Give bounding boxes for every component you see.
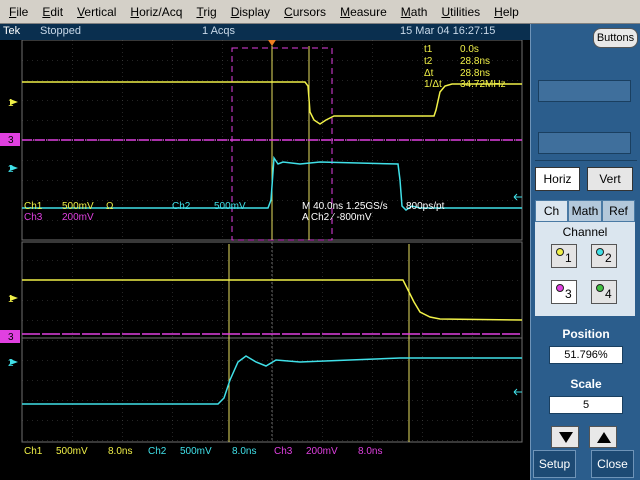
svg-text:2: 2 <box>8 164 14 175</box>
menu-edit[interactable]: Edit <box>37 0 72 24</box>
svg-text:Ch2: Ch2 <box>148 446 167 457</box>
svg-text:200mV: 200mV <box>62 212 94 223</box>
scope-display[interactable]: 1 3 2 1 3 2 t1 0.0s t2 28.8ns Δt 28.8ns … <box>0 40 530 480</box>
svg-text:28.8ns: 28.8ns <box>460 56 490 67</box>
menu-horiz-acq[interactable]: Horiz/Acq <box>125 0 191 24</box>
tab-vert[interactable]: Vert <box>587 167 633 191</box>
channel-selector: Channel 1 2 3 4 <box>535 222 635 316</box>
svg-text:500mV: 500mV <box>62 201 94 212</box>
scale-value-field[interactable]: 5 <box>549 396 623 414</box>
svg-text:8.0ns: 8.0ns <box>358 446 382 457</box>
tab-horiz[interactable]: Horiz <box>535 167 580 191</box>
svg-text:Ch3: Ch3 <box>274 446 293 457</box>
scale-down-button[interactable] <box>551 426 579 448</box>
svg-text:800ps/pt: 800ps/pt <box>406 201 445 212</box>
readout-box-2 <box>538 132 631 154</box>
menu-utilities[interactable]: Utilities <box>436 0 489 24</box>
ch1-marker-lower[interactable]: 1 <box>8 294 18 305</box>
position-label: Position <box>562 327 610 341</box>
svg-text:t2: t2 <box>424 56 433 67</box>
channel-2-probe-icon <box>596 248 604 256</box>
menu-help[interactable]: Help <box>489 0 528 24</box>
svg-text:1/Δt: 1/Δt <box>424 79 442 90</box>
ch3-marker-lower[interactable]: 3 <box>0 330 20 343</box>
panel-divider <box>535 160 637 161</box>
menu-bar: File Edit Vertical Horiz/Acq Trig Displa… <box>0 0 640 24</box>
waveform-graticule: 1 3 2 1 3 2 t1 0.0s t2 28.8ns Δt 28.8ns … <box>0 40 523 457</box>
svg-text:Ch1: Ch1 <box>24 446 43 457</box>
svg-text:t1: t1 <box>424 44 433 55</box>
readout-box-1 <box>538 80 631 102</box>
channel-1-button[interactable]: 1 <box>551 244 577 268</box>
ch3-marker-upper[interactable]: 3 <box>0 133 20 146</box>
channel-3-probe-icon <box>556 284 564 292</box>
menu-cursors[interactable]: Cursors <box>279 0 335 24</box>
tab-ref[interactable]: Ref <box>602 200 635 222</box>
svg-text:1: 1 <box>8 294 14 305</box>
svg-text:Δt: Δt <box>424 68 434 79</box>
channel-1-probe-icon <box>556 248 564 256</box>
svg-text:500mV: 500mV <box>56 446 88 457</box>
position-value-field[interactable]: 51.796% <box>549 346 623 364</box>
svg-text:Ch2: Ch2 <box>172 201 191 212</box>
svg-text:A Ch2 ∕ -800mV: A Ch2 ∕ -800mV <box>302 212 372 223</box>
menu-file[interactable]: File <box>4 0 37 24</box>
svg-text:3: 3 <box>8 332 14 343</box>
tab-math[interactable]: Math <box>568 200 602 222</box>
scale-up-button[interactable] <box>589 426 617 448</box>
scale-label: Scale <box>570 377 602 391</box>
svg-text:Ch3: Ch3 <box>24 212 43 223</box>
setup-button[interactable]: Setup <box>533 450 576 478</box>
svg-text:0.0s: 0.0s <box>460 44 479 55</box>
svg-text:8.0ns: 8.0ns <box>232 446 256 457</box>
svg-text:1: 1 <box>8 98 14 109</box>
control-panel: Buttons Horiz Vert Ch Math Ref Channel 1… <box>530 24 640 480</box>
channel-2-button[interactable]: 2 <box>591 244 617 268</box>
date-time: 15 Mar 04 16:27:15 <box>400 25 496 37</box>
channel-3-button[interactable]: 3 <box>551 280 577 304</box>
ch2-marker-lower[interactable]: 2 <box>8 358 18 369</box>
menu-math[interactable]: Math <box>396 0 437 24</box>
channel-4-probe-icon <box>596 284 604 292</box>
svg-text:28.8ns: 28.8ns <box>460 68 490 79</box>
close-button[interactable]: Close <box>591 450 634 478</box>
svg-text:34.72MHz: 34.72MHz <box>460 79 506 90</box>
acquisition-count: 1 Acqs <box>202 25 236 37</box>
svg-text:200mV: 200mV <box>306 446 338 457</box>
menu-display[interactable]: Display <box>226 0 279 24</box>
svg-text:M 40.0ns 1.25GS/s: M 40.0ns 1.25GS/s <box>302 201 388 212</box>
ch1-marker-upper[interactable]: 1 <box>8 98 18 109</box>
svg-text:8.0ns: 8.0ns <box>108 446 132 457</box>
menu-trig[interactable]: Trig <box>191 0 225 24</box>
svg-text:2: 2 <box>8 358 14 369</box>
brand-label: Tek <box>3 25 21 37</box>
buttons-button[interactable]: Buttons <box>593 28 638 48</box>
channel-label: Channel <box>562 225 608 239</box>
svg-text:Ω: Ω <box>106 201 114 212</box>
zoom-readout: Ch1 500mV 8.0ns Ch2 500mV 8.0ns Ch3 200m… <box>24 446 382 457</box>
svg-text:Ch1: Ch1 <box>24 201 43 212</box>
acquisition-state: Stopped <box>40 25 81 37</box>
channel-4-button[interactable]: 4 <box>591 280 617 304</box>
status-bar: Tek Stopped 1 Acqs 15 Mar 04 16:27:15 <box>0 24 530 40</box>
ch2-marker-upper[interactable]: 2 <box>8 164 18 175</box>
menu-vertical[interactable]: Vertical <box>72 0 125 24</box>
svg-text:3: 3 <box>8 135 14 146</box>
triangle-up-icon <box>597 432 611 443</box>
menu-measure[interactable]: Measure <box>335 0 396 24</box>
svg-text:500mV: 500mV <box>180 446 212 457</box>
svg-text:500mV: 500mV <box>214 201 246 212</box>
tab-ch[interactable]: Ch <box>535 200 568 222</box>
triangle-down-icon <box>559 432 573 443</box>
